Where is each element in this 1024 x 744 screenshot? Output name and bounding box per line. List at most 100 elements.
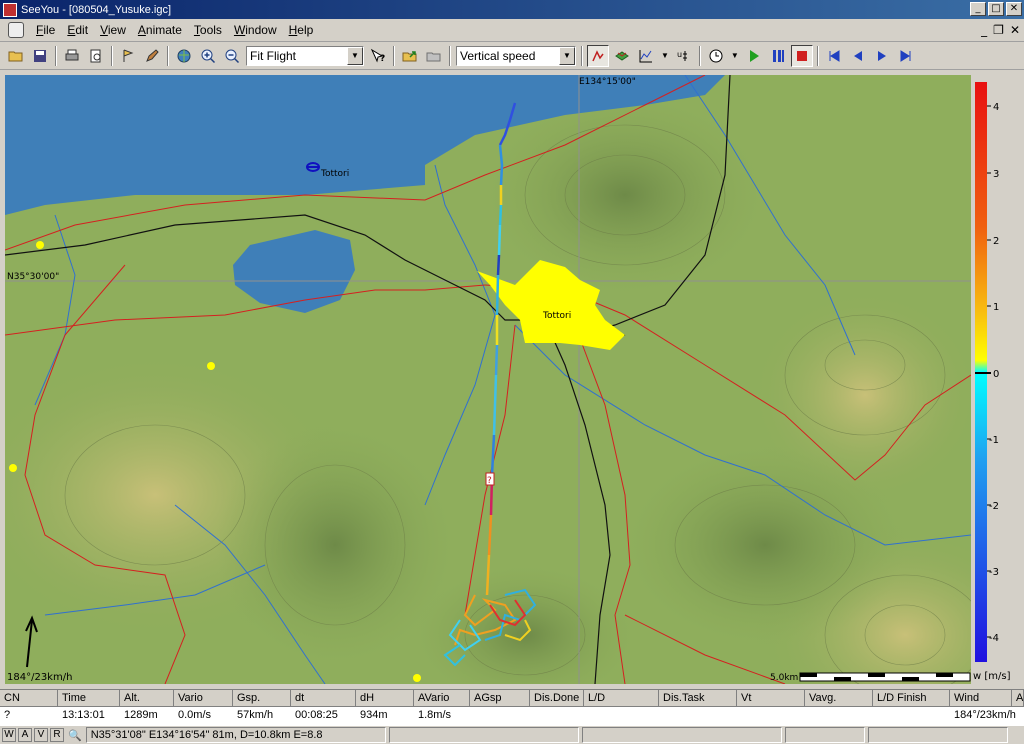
print-preview-icon (90, 49, 101, 62)
print-button[interactable] (61, 45, 83, 67)
menu-tools[interactable]: Tools (188, 23, 228, 37)
globe-button[interactable] (173, 45, 195, 67)
waypoint-dot[interactable] (413, 674, 421, 682)
color-mode-value: Vertical speed (460, 48, 536, 63)
legend-tick: 4 (993, 102, 999, 113)
color-mode-select[interactable]: Vertical speed ▼ (456, 45, 576, 66)
chevron-down-icon[interactable]: ▼ (559, 46, 575, 65)
status-r-button[interactable]: R (50, 728, 64, 742)
menu-file[interactable]: File (30, 23, 61, 37)
col-wind[interactable]: Wind (950, 690, 1012, 707)
vario-color-legend: 4 3 2 1 0 -1 -2 -3 -4 w [m/s] (973, 75, 1024, 684)
col-alt[interactable]: Alt. (120, 690, 174, 707)
col-vavg[interactable]: Vavg. (805, 690, 873, 707)
col-a[interactable]: A (1012, 690, 1024, 707)
import-button[interactable] (423, 45, 445, 67)
map-view[interactable]: ? E134°15'00" N35°30'00" Tottori Tottori… (5, 75, 971, 684)
edit-task-button[interactable] (141, 45, 163, 67)
col-cn[interactable]: CN (0, 690, 58, 707)
svg-text:?: ? (380, 54, 385, 64)
map-layers-button[interactable] (611, 45, 633, 67)
waypoint-button[interactable] (117, 45, 139, 67)
legend-tick: 1 (993, 302, 999, 313)
menu-help[interactable]: Help (283, 23, 320, 37)
zoom-out-button[interactable] (221, 45, 243, 67)
waypoint-dot[interactable] (207, 362, 215, 370)
printer-icon (65, 49, 79, 60)
cell-vt (737, 707, 805, 724)
col-dis-done[interactable]: Dis.Done (530, 690, 584, 707)
table-row[interactable]: ? 13:13:01 1289m 0.0m/s 57km/h 00:08:25 … (0, 707, 1024, 724)
time-button[interactable] (705, 45, 727, 67)
time-dropdown-icon[interactable]: ▼ (731, 51, 739, 60)
status-cell (581, 727, 782, 743)
maximize-button[interactable]: □ (988, 2, 1004, 16)
previous-button[interactable] (847, 45, 869, 67)
col-agsp[interactable]: AGsp (470, 690, 530, 707)
barogram-dropdown-icon[interactable]: ▼ (661, 51, 669, 60)
barogram-button[interactable] (635, 45, 657, 67)
col-avario[interactable]: AVario (414, 690, 470, 707)
col-ld[interactable]: L/D (584, 690, 659, 707)
status-cell (867, 727, 1008, 743)
flight-data-grid: CN Time Alt. Vario Gsp. dt dH AVario AGs… (0, 689, 1024, 725)
play-button[interactable] (743, 45, 765, 67)
col-dis-task[interactable]: Dis.Task (659, 690, 737, 707)
col-dt[interactable]: dt (291, 690, 356, 707)
scale-label: 5.0km (770, 673, 798, 683)
zoom-mode-value: Fit Flight (250, 48, 297, 63)
minimize-button[interactable]: _ (970, 2, 986, 16)
status-a-button[interactable]: A (18, 728, 32, 742)
waypoint-dot[interactable] (9, 464, 17, 472)
skip-forward-icon (900, 49, 911, 62)
close-button[interactable]: ✕ (1006, 2, 1022, 16)
chevron-down-icon[interactable]: ▼ (347, 46, 363, 65)
zoom-in-button[interactable] (197, 45, 219, 67)
tottori-city-label: Tottori (542, 311, 571, 321)
open-button[interactable] (5, 45, 27, 67)
menu-edit[interactable]: Edit (61, 23, 94, 37)
mdi-restore-button[interactable]: ❐ (993, 23, 1004, 37)
cell-dis-done (530, 707, 584, 724)
waypoint-dot[interactable] (36, 241, 44, 249)
statistics-button[interactable]: u (673, 45, 695, 67)
menu-window[interactable]: Window (228, 23, 283, 37)
latitude-label: N35°30'00" (7, 272, 59, 282)
first-button[interactable] (823, 45, 845, 67)
stop-button[interactable] (790, 44, 813, 67)
col-vario[interactable]: Vario (174, 690, 233, 707)
col-time[interactable]: Time (58, 690, 120, 707)
cell-dh: 934m (360, 709, 388, 721)
status-w-button[interactable]: W (2, 728, 16, 742)
mdi-close-button[interactable]: ✕ (1010, 23, 1020, 37)
help-pointer-icon: ? (370, 48, 385, 64)
next-button[interactable] (871, 45, 893, 67)
menu-animate[interactable]: Animate (132, 23, 188, 37)
step-forward-icon (877, 50, 886, 61)
cell-gsp: 57km/h (237, 709, 274, 721)
pencil-icon (146, 48, 159, 62)
mdi-minimize-button[interactable]: _ (981, 23, 987, 37)
col-gsp[interactable]: Gsp. (233, 690, 291, 707)
legend-tick: -2 (989, 501, 999, 512)
chart-icon (639, 49, 652, 62)
last-button[interactable] (895, 45, 917, 67)
menu-view[interactable]: View (94, 23, 132, 37)
zoom-mode-select[interactable]: Fit Flight ▼ (246, 45, 364, 66)
legend-tick: 3 (993, 169, 999, 180)
status-v-button[interactable]: V (34, 728, 48, 742)
export-icon (402, 50, 417, 61)
print-preview-button[interactable] (85, 45, 107, 67)
cell-agsp (470, 707, 530, 724)
cell-alt: 1289m (124, 709, 158, 721)
help-pointer-button[interactable]: ? (367, 45, 389, 67)
document-icon[interactable] (8, 22, 24, 38)
col-vt[interactable]: Vt (737, 690, 805, 707)
title-bar: SeeYou - [080504_Yusuke.igc] _ □ ✕ (0, 0, 1024, 19)
col-ld-finish[interactable]: L/D Finish (873, 690, 950, 707)
flight-view-button[interactable] (587, 44, 609, 67)
save-button[interactable] (29, 45, 51, 67)
col-dh[interactable]: dH (356, 690, 414, 707)
pause-button[interactable] (767, 45, 789, 67)
export-button[interactable] (399, 45, 421, 67)
